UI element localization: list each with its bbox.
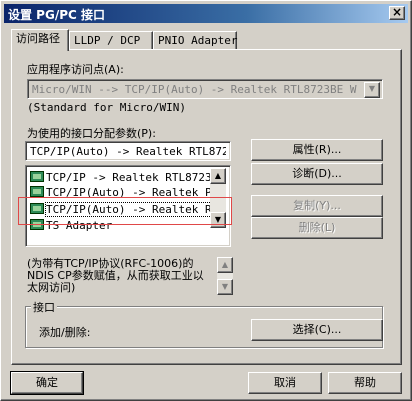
copy-button[interactable]: 复制(Y)...: [251, 195, 383, 217]
tab-lldp-dcp[interactable]: LLDP / DCP: [69, 31, 153, 50]
access-point-label: 应用程序访问点(A):: [27, 63, 124, 76]
close-button[interactable]: ×: [389, 6, 405, 20]
tab-access-path[interactable]: 访问路径: [11, 29, 69, 51]
access-point-select[interactable]: Micro/WIN --> TCP/IP(Auto) -> Realtek RT…: [27, 79, 383, 99]
interface-group-caption: 接口: [31, 299, 57, 315]
access-point-value: Micro/WIN --> TCP/IP(Auto) -> Realtek RT…: [32, 83, 357, 96]
highlight-annotation: [18, 197, 232, 225]
access-point-note: (Standard for Micro/WIN): [27, 101, 186, 114]
network-adapter-icon: [30, 186, 44, 197]
select-button[interactable]: 选择(C)...: [251, 319, 383, 341]
diagnostics-button[interactable]: 诊断(D)...: [251, 163, 383, 185]
properties-button[interactable]: 属性(R)...: [251, 139, 383, 161]
network-adapter-icon: [30, 171, 44, 182]
delete-button[interactable]: 删除(L): [251, 217, 383, 239]
help-button[interactable]: 帮助: [328, 372, 402, 394]
dialog-window: 设置 PG/PC 接口 × 访问路径 LLDP / DCP PNIO Adapt…: [0, 0, 412, 401]
chevron-down-icon[interactable]: ▼: [364, 82, 380, 98]
param-set-field[interactable]: TCP/IP(Auto) -> Realtek RTL8723BE: [25, 141, 231, 161]
ok-button[interactable]: 确定: [10, 371, 84, 395]
list-item-label: TCP/IP -> Realtek RTL8723BE: [46, 171, 220, 184]
list-item[interactable]: TCP/IP -> Realtek RTL8723BE: [30, 170, 220, 185]
tab-pnio-adapter[interactable]: PNIO Adapter: [153, 31, 237, 50]
cancel-button[interactable]: 取消: [248, 372, 322, 394]
scroll-up-icon[interactable]: ▲: [217, 257, 233, 273]
add-remove-label: 添加/删除:: [39, 326, 91, 339]
close-icon: ×: [391, 5, 403, 19]
window-title: 设置 PG/PC 接口: [8, 8, 105, 22]
title-bar[interactable]: 设置 PG/PC 接口 ×: [4, 4, 408, 23]
scroll-down-icon[interactable]: ▼: [217, 279, 233, 295]
description-scrollbar[interactable]: ▲ ▼: [217, 257, 233, 295]
param-set-label: 为使用的接口分配参数(P):: [27, 127, 156, 140]
scroll-up-icon[interactable]: ▲: [210, 168, 226, 184]
description-text: (为带有TCP/IP协议(RFC-1006)的 NDIS CP参数赋值，从而获取…: [27, 257, 204, 294]
param-set-value: TCP/IP(Auto) -> Realtek RTL8723BE: [30, 145, 226, 158]
